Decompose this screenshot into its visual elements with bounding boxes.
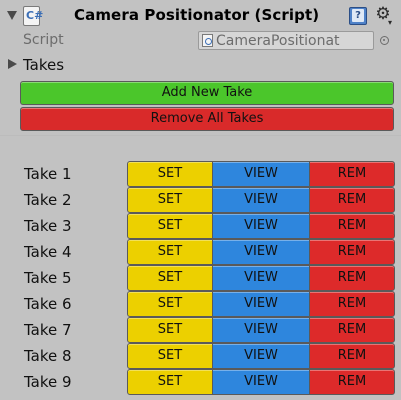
- take-set-button[interactable]: SET: [127, 239, 213, 265]
- take-view-button[interactable]: VIEW: [212, 317, 310, 343]
- takes-foldout[interactable]: Takes: [0, 55, 401, 75]
- take-set-button[interactable]: SET: [127, 213, 213, 239]
- take-remove-button[interactable]: REM: [309, 317, 395, 343]
- chevron-down-icon: ▾: [388, 18, 393, 27]
- take-remove-button[interactable]: REM: [309, 291, 395, 317]
- csharp-script-icon: C#: [23, 6, 44, 26]
- take-remove-button[interactable]: REM: [309, 161, 395, 187]
- take-remove-button[interactable]: REM: [309, 343, 395, 369]
- component-foldout-arrow-icon[interactable]: [7, 11, 17, 20]
- script-field-value: CameraPositionat: [216, 33, 340, 49]
- gear-icon[interactable]: ⚙ ▾: [372, 5, 394, 27]
- take-set-button[interactable]: SET: [127, 187, 213, 213]
- take-label: Take 1: [24, 165, 72, 183]
- take-row: Take 8 SET VIEW REM: [0, 343, 401, 369]
- remove-all-takes-button[interactable]: Remove All Takes: [20, 107, 394, 131]
- take-label: Take 4: [24, 243, 72, 261]
- take-set-button[interactable]: SET: [127, 317, 213, 343]
- take-set-button[interactable]: SET: [127, 343, 213, 369]
- take-view-button[interactable]: VIEW: [212, 161, 310, 187]
- help-icon[interactable]: ?: [349, 7, 367, 25]
- take-view-button[interactable]: VIEW: [212, 343, 310, 369]
- script-icon-glyph: C#: [26, 9, 44, 22]
- take-view-button[interactable]: VIEW: [212, 265, 310, 291]
- take-view-button[interactable]: VIEW: [212, 291, 310, 317]
- take-remove-button[interactable]: REM: [309, 369, 395, 395]
- take-remove-button[interactable]: REM: [309, 213, 395, 239]
- takes-foldout-arrow-icon[interactable]: [8, 59, 17, 69]
- take-remove-button[interactable]: REM: [309, 239, 395, 265]
- section-divider: [0, 135, 401, 136]
- take-label: Take 2: [24, 191, 72, 209]
- take-label: Take 7: [24, 321, 72, 339]
- take-row: Take 5 SET VIEW REM: [0, 265, 401, 291]
- take-label: Take 5: [24, 269, 72, 287]
- add-new-take-button[interactable]: Add New Take: [20, 81, 394, 105]
- help-icon-glyph: ?: [352, 9, 364, 22]
- take-row: Take 3 SET VIEW REM: [0, 213, 401, 239]
- take-row: Take 7 SET VIEW REM: [0, 317, 401, 343]
- component-title: Camera Positionator (Script): [74, 6, 320, 24]
- take-set-button[interactable]: SET: [127, 291, 213, 317]
- take-set-button[interactable]: SET: [127, 161, 213, 187]
- take-label: Take 9: [24, 373, 72, 391]
- take-view-button[interactable]: VIEW: [212, 187, 310, 213]
- component-header: C# Camera Positionator (Script) ? ⚙ ▾: [0, 0, 401, 32]
- take-view-button[interactable]: VIEW: [212, 239, 310, 265]
- script-label: Script: [23, 32, 64, 48]
- take-row: Take 1 SET VIEW REM: [0, 161, 401, 187]
- take-view-button[interactable]: VIEW: [212, 369, 310, 395]
- take-label: Take 3: [24, 217, 72, 235]
- take-row: Take 4 SET VIEW REM: [0, 239, 401, 265]
- take-remove-button[interactable]: REM: [309, 187, 395, 213]
- object-picker-icon[interactable]: [380, 36, 389, 45]
- script-file-icon: [202, 34, 213, 47]
- script-row: Script CameraPositionat: [0, 31, 401, 51]
- take-set-button[interactable]: SET: [127, 265, 213, 291]
- take-view-button[interactable]: VIEW: [212, 213, 310, 239]
- script-object-field[interactable]: CameraPositionat: [198, 31, 374, 50]
- take-remove-button[interactable]: REM: [309, 265, 395, 291]
- take-row: Take 9 SET VIEW REM: [0, 369, 401, 395]
- take-set-button[interactable]: SET: [127, 369, 213, 395]
- take-row: Take 6 SET VIEW REM: [0, 291, 401, 317]
- takes-foldout-label[interactable]: Takes: [23, 56, 64, 74]
- take-label: Take 8: [24, 347, 72, 365]
- take-row: Take 2 SET VIEW REM: [0, 187, 401, 213]
- take-label: Take 6: [24, 295, 72, 313]
